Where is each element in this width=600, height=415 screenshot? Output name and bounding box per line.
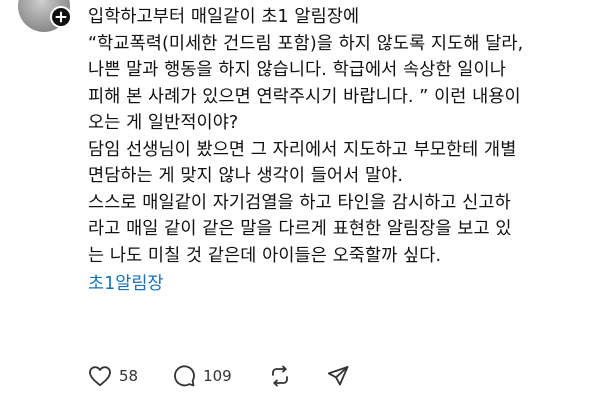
thread-post: 입학하고부터 매일같이 초1 알림장에 “학교폭력(미세한 건드림 포함)을 하… xyxy=(0,0,600,415)
plus-icon xyxy=(55,11,67,23)
topic-tag-link[interactable]: 초1알림장 xyxy=(88,271,598,297)
like-count: 58 xyxy=(119,367,139,385)
post-text-line: 나쁜 말과 행동을 하지 않습니다. 학급에서 속상한 일이나 xyxy=(88,60,506,80)
post-text-line: 입학하고부터 매일같이 초1 알림장에 xyxy=(88,7,360,27)
post-text-line: “학교폭력(미세한 건드림 포함)을 하지 않도록 지도해 달라, xyxy=(88,33,524,54)
post-text-line: 오는 게 일반적이야? xyxy=(88,113,239,133)
like-button[interactable]: 58 xyxy=(88,365,138,387)
send-icon xyxy=(327,366,349,386)
repost-button[interactable] xyxy=(268,364,292,388)
post-text-line: 라고 매일 같이 같은 말을 다르게 표현한 알림장을 보고 있 xyxy=(88,219,512,239)
action-bar: 58 109 xyxy=(88,362,350,390)
post-body: 입학하고부터 매일같이 초1 알림장에 “학교폭력(미세한 건드림 포함)을 하… xyxy=(88,4,598,297)
post-text-line: 피해 본 사례가 있으면 연락주시기 바랍니다. ” 이런 내용이 xyxy=(88,86,521,107)
reply-button[interactable]: 109 xyxy=(172,364,232,388)
post-text-line: 면담하는 게 맞지 않나 생각이 들어서 말야. xyxy=(88,166,404,186)
author-avatar-area xyxy=(0,0,78,32)
post-text-line: 스스로 매일같이 자기검열을 하고 타인을 감시하고 신고하 xyxy=(88,192,511,213)
comment-icon xyxy=(174,365,195,387)
heart-icon xyxy=(89,366,111,387)
repost-icon xyxy=(271,365,288,387)
reply-count: 109 xyxy=(203,367,232,385)
share-button[interactable] xyxy=(326,364,350,388)
post-text-line: 는 나도 미칠 것 같은데 아이들은 오죽할까 싶다. xyxy=(88,245,442,266)
post-text-line: 담임 선생님이 봤으면 그 자리에서 지도하고 부모한테 개별 xyxy=(88,139,517,160)
follow-button[interactable] xyxy=(50,6,72,28)
